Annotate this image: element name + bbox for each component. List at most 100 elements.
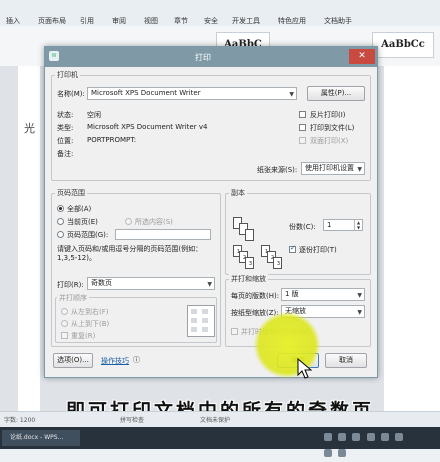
copies-count-value: 1	[327, 221, 332, 229]
tab-developer[interactable]: 开发工具	[232, 16, 260, 26]
copies-title: 副本	[229, 188, 247, 198]
word-count: 字数: 1200	[4, 417, 36, 424]
range-selection-radio[interactable]	[125, 218, 132, 225]
duplex-label: 双面打印(X)	[310, 137, 349, 145]
pages-per-sheet-value: 1 版	[285, 290, 299, 298]
range-current-label: 当前页(E)	[67, 218, 98, 226]
dialog-title: 打印	[195, 53, 211, 62]
page-range-input[interactable]	[115, 229, 211, 240]
comment-label: 备注:	[57, 150, 74, 158]
system-tray	[322, 430, 412, 457]
document-page-right[interactable]	[384, 66, 440, 411]
collate-order-title: 并打顺序	[57, 293, 89, 303]
range-current-radio[interactable]	[57, 218, 64, 225]
style-preset-2[interactable]: AaBbCc	[372, 32, 434, 58]
tab-features[interactable]: 特色应用	[278, 16, 306, 26]
chevron-down-icon: ▼	[357, 166, 362, 173]
status-value: 空闲	[87, 111, 101, 119]
reverse-print-checkbox[interactable]	[299, 111, 306, 118]
order-lr-radio[interactable]	[61, 308, 68, 315]
tray-app-icon[interactable]	[395, 433, 404, 441]
dialog-titlebar[interactable]: W 打印 ✕	[45, 47, 377, 67]
reverse-print-label: 反片打印(I)	[310, 111, 346, 119]
options-button[interactable]: 选项(O)...	[53, 353, 93, 368]
tray-app-icon[interactable]	[366, 433, 375, 441]
range-all-radio[interactable]	[57, 205, 64, 212]
pages-per-sheet-label: 每页的版数(H):	[231, 292, 280, 300]
page-order-preview-icon	[187, 305, 215, 337]
tab-insert[interactable]: 插入	[6, 16, 20, 26]
draw-lines-checkbox[interactable]	[231, 328, 238, 335]
close-button[interactable]: ✕	[349, 49, 375, 64]
paper-source-select[interactable]: 使用打印机设置 ▼	[301, 162, 365, 175]
document-text: 光	[24, 122, 35, 135]
tab-references[interactable]: 引用	[80, 16, 94, 26]
ribbon-tab-bar: 插入 页面布局 引用 审阅 视图 章节 安全 开发工具 特色应用 文档助手	[0, 0, 440, 27]
duplex-checkbox[interactable]	[299, 137, 306, 144]
print-pages-select[interactable]: 奇数页 ▼	[87, 277, 215, 290]
printer-group-title: 打印机	[55, 70, 80, 80]
print-label: 打印(R):	[57, 281, 84, 289]
collate-page-icon: 3	[273, 257, 282, 269]
spinner-arrows-icon[interactable]: ▲ ▼	[354, 220, 362, 230]
chevron-down-icon: ▼	[289, 91, 294, 98]
range-pages-radio[interactable]	[57, 231, 64, 238]
copies-count-input[interactable]: 1 ▲ ▼	[323, 219, 363, 231]
mouse-cursor-icon	[297, 358, 313, 379]
document-page-left[interactable]	[18, 66, 40, 411]
status-label: 状态:	[57, 111, 74, 119]
tab-chapter[interactable]: 章节	[174, 16, 188, 26]
tips-link[interactable]: 操作技巧	[101, 356, 129, 366]
tab-page-layout[interactable]: 页面布局	[38, 16, 66, 26]
wps-logo-icon: W	[49, 51, 59, 61]
range-selection-label: 所选内容(S)	[135, 218, 173, 226]
tray-app-icon[interactable]	[324, 433, 332, 441]
location-label: 位置:	[57, 137, 74, 145]
copy-page-icon	[245, 229, 254, 241]
collate-page-icon: 3	[245, 257, 254, 269]
chevron-down-icon: ▼	[207, 281, 212, 288]
tab-doc-assistant[interactable]: 文档助手	[324, 16, 352, 26]
paper-source-value: 使用打印机设置	[305, 164, 354, 172]
tab-security[interactable]: 安全	[204, 16, 218, 26]
printer-name-select[interactable]: Microsoft XPS Document Writer ▼	[87, 87, 297, 100]
order-tb-radio[interactable]	[61, 320, 68, 327]
print-to-file-label: 打印到文件(L)	[310, 124, 355, 132]
location-value: PORTPROMPT:	[87, 136, 137, 144]
page-range-hint: 请键入页码和/或用逗号分隔的页码范围(例如：1,3,5-12)。	[57, 245, 203, 262]
type-label: 类型:	[57, 124, 74, 132]
print-pages-value: 奇数页	[91, 279, 112, 287]
repeat-label: 重复(R)	[71, 332, 96, 340]
print-dialog: W 打印 ✕ 打印机 名称(M): Microsoft XPS Document…	[44, 46, 378, 378]
spell-check-status[interactable]: 拼写检查	[120, 415, 144, 424]
copies-count-label: 份数(C):	[289, 223, 316, 231]
tray-app-icon[interactable]	[338, 433, 347, 441]
repeat-checkbox[interactable]	[61, 332, 68, 339]
order-tb-label: 从上到下(B)	[71, 320, 110, 328]
range-all-label: 全部(A)	[67, 205, 92, 213]
tray-app-icon[interactable]	[324, 449, 332, 457]
printer-properties-button[interactable]: 属性(P)...	[307, 86, 365, 101]
cancel-button[interactable]: 取消	[325, 353, 367, 368]
tray-app-icon[interactable]	[338, 449, 347, 457]
page-range-title: 页码范围	[55, 188, 87, 198]
chevron-down-icon: ▼	[357, 309, 362, 316]
tips-info-icon[interactable]: ⓘ	[133, 355, 140, 365]
printer-name-value: Microsoft XPS Document Writer	[91, 89, 201, 97]
status-bar: 字数: 1200 拼写检查 文档未保护	[0, 411, 440, 428]
protect-status: 文档未保护	[200, 417, 231, 424]
printer-name-label: 名称(M):	[57, 90, 85, 98]
order-lr-label: 从左到右(F)	[71, 308, 109, 316]
chevron-down-icon: ▼	[357, 292, 362, 299]
range-pages-label: 页码范围(G):	[67, 231, 109, 239]
tab-review[interactable]: 审阅	[112, 16, 126, 26]
tab-view[interactable]: 视图	[144, 16, 158, 26]
collate-checkbox[interactable]	[289, 244, 296, 253]
tray-app-icon[interactable]	[352, 433, 361, 441]
print-to-file-checkbox[interactable]	[299, 124, 306, 131]
zoom-title: 并打和缩放	[229, 274, 268, 284]
tray-app-icon[interactable]	[380, 433, 389, 441]
taskbar-wps-item[interactable]: 论纸.docx - WPS...	[2, 430, 80, 446]
pages-per-sheet-select[interactable]: 1 版 ▼	[281, 288, 365, 301]
type-value: Microsoft XPS Document Writer v4	[87, 123, 208, 131]
